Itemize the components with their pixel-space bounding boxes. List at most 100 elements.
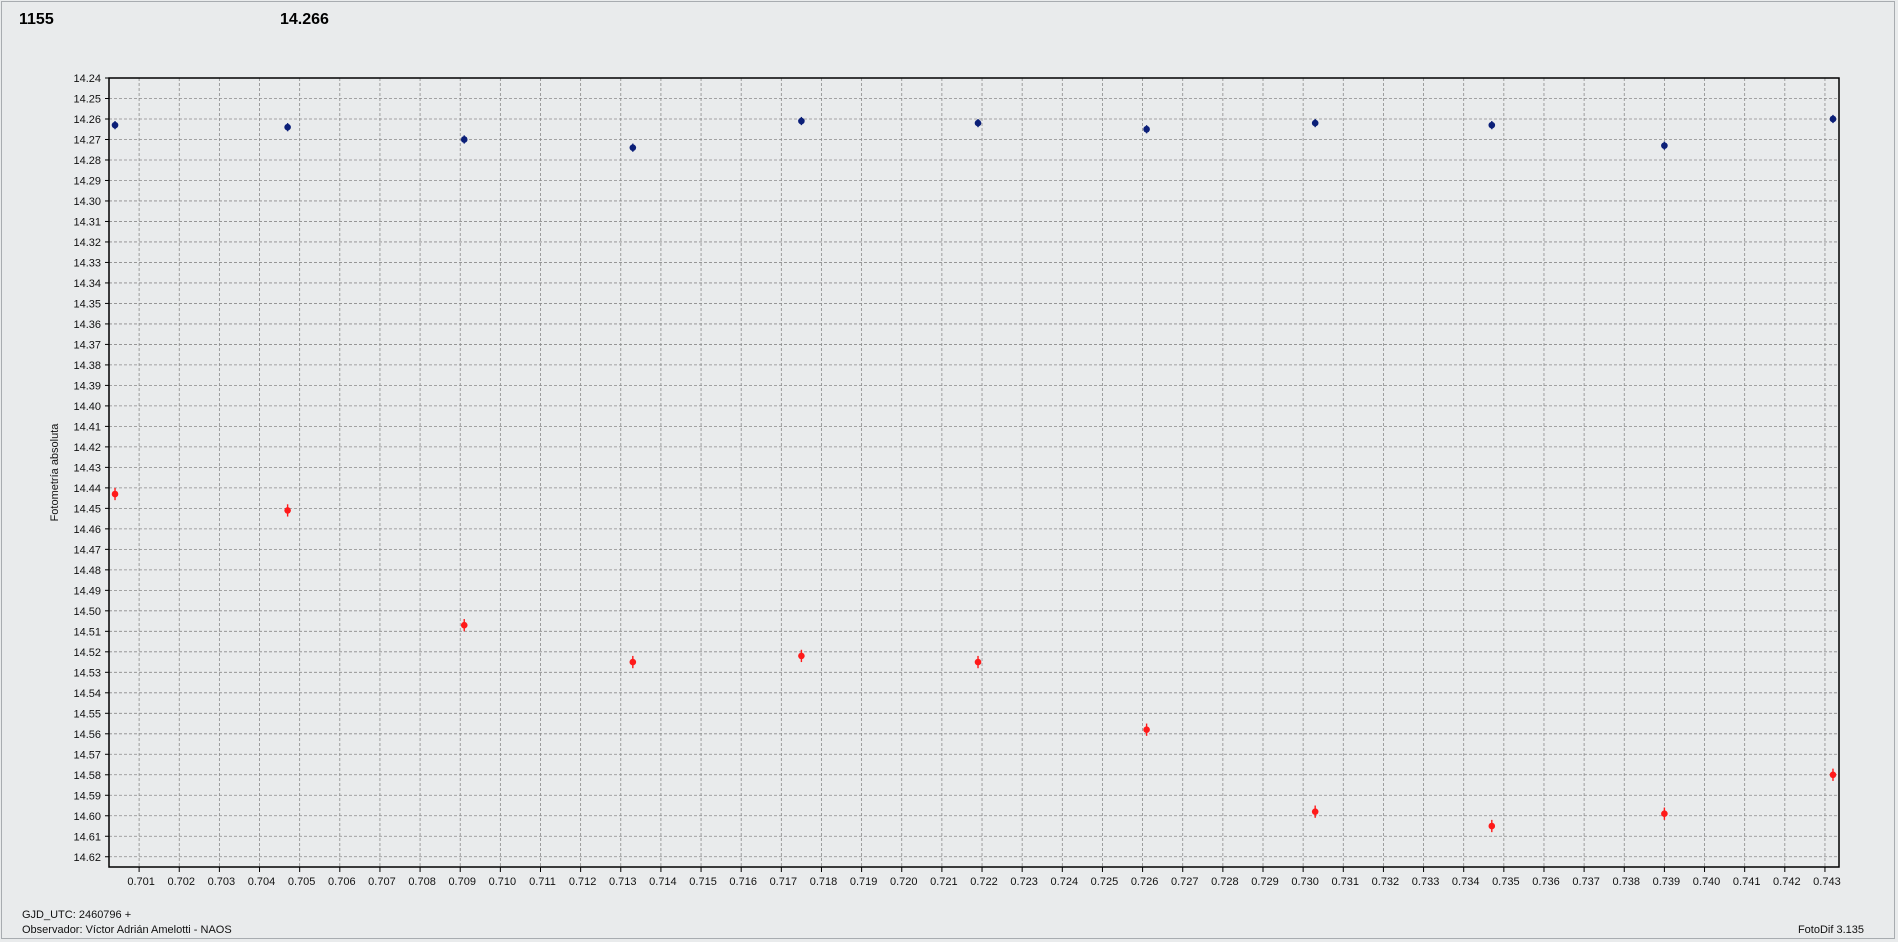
data-point-series-2 bbox=[1488, 822, 1496, 830]
y-tick-label: 14.48 bbox=[73, 565, 101, 577]
x-tick-label: 0.722 bbox=[970, 876, 998, 888]
x-tick-label: 0.741 bbox=[1733, 876, 1761, 888]
x-tick-label: 0.724 bbox=[1051, 876, 1079, 888]
data-point-series-2 bbox=[1143, 726, 1150, 733]
y-tick-label: 14.52 bbox=[73, 647, 101, 659]
data-point-series-1 bbox=[1488, 121, 1496, 129]
y-tick-label: 14.31 bbox=[73, 216, 101, 228]
data-point-series-2 bbox=[460, 621, 468, 629]
x-axis-ticks: 0.701 0.702 0.703 0.704 0.705 0.706 0.707 0.708… bbox=[127, 867, 1841, 888]
y-tick-label: 14.49 bbox=[73, 585, 101, 597]
x-tick-label: 0.719 bbox=[850, 876, 878, 888]
x-tick-label: 0.715 bbox=[689, 876, 717, 888]
y-tick-label: 14.43 bbox=[73, 462, 101, 474]
y-tick-label: 14.25 bbox=[73, 93, 101, 105]
data-point-series-1 bbox=[1143, 125, 1150, 133]
x-tick-label: 0.712 bbox=[569, 876, 597, 888]
data-point-series-2 bbox=[798, 652, 805, 660]
y-tick-label: 14.28 bbox=[73, 155, 101, 167]
x-tick-label: 0.738 bbox=[1612, 876, 1640, 888]
y-tick-label: 14.38 bbox=[73, 360, 101, 372]
x-tick-label: 0.721 bbox=[930, 876, 958, 888]
x-tick-label: 0.737 bbox=[1572, 876, 1600, 888]
data-point-series-2 bbox=[111, 490, 119, 498]
x-tick-label: 0.704 bbox=[248, 876, 276, 888]
x-tick-label: 0.723 bbox=[1010, 876, 1038, 888]
x-tick-label: 0.708 bbox=[408, 876, 436, 888]
data-point-series-2 bbox=[1661, 810, 1668, 818]
y-tick-label: 14.34 bbox=[73, 278, 101, 290]
x-tick-label: 0.732 bbox=[1372, 876, 1400, 888]
x-tick-label: 0.717 bbox=[770, 876, 798, 888]
y-tick-label: 14.24 bbox=[73, 73, 101, 85]
x-tick-label: 0.702 bbox=[167, 876, 195, 888]
y-tick-label: 14.50 bbox=[73, 606, 101, 618]
y-tick-label: 14.29 bbox=[73, 175, 101, 187]
y-tick-label: 14.53 bbox=[73, 667, 101, 679]
y-axis-label: Fotometría absoluta bbox=[49, 423, 61, 522]
x-tick-label: 0.713 bbox=[609, 876, 637, 888]
data-point-series-2 bbox=[629, 658, 637, 666]
y-tick-label: 14.57 bbox=[73, 749, 101, 761]
grid bbox=[109, 77, 1839, 867]
x-tick-label: 0.739 bbox=[1653, 876, 1681, 888]
y-tick-label: 14.42 bbox=[73, 442, 101, 454]
y-tick-label: 14.58 bbox=[73, 770, 101, 782]
y-tick-label: 14.46 bbox=[73, 524, 101, 536]
x-tick-label: 0.734 bbox=[1452, 876, 1480, 888]
y-tick-label: 14.30 bbox=[73, 196, 101, 208]
y-axis-ticks: 14.24 14.25 14.26 14.27 14.28 14.29 14.30 14.31… bbox=[73, 73, 109, 864]
x-tick-label: 0.733 bbox=[1412, 876, 1440, 888]
y-tick-label: 14.56 bbox=[73, 729, 101, 741]
y-tick-label: 14.26 bbox=[73, 114, 101, 126]
x-tick-label: 0.740 bbox=[1693, 876, 1721, 888]
x-tick-label: 0.725 bbox=[1091, 876, 1119, 888]
y-tick-label: 14.35 bbox=[73, 298, 101, 310]
data-point-series-1 bbox=[111, 121, 119, 129]
y-tick-label: 14.27 bbox=[73, 134, 101, 146]
data-point-series-1 bbox=[460, 136, 468, 143]
x-tick-label: 0.728 bbox=[1211, 876, 1239, 888]
x-tick-label: 0.706 bbox=[328, 876, 356, 888]
x-tick-label: 0.707 bbox=[368, 876, 396, 888]
data-point-series-2 bbox=[1829, 771, 1837, 779]
x-tick-label: 0.720 bbox=[890, 876, 918, 888]
data-point-series-1 bbox=[1829, 115, 1837, 123]
data-point-series-1 bbox=[629, 144, 637, 151]
footer-gjd: GJD_UTC: 2460796 + bbox=[22, 909, 132, 921]
y-tick-label: 14.62 bbox=[73, 852, 101, 864]
y-tick-label: 14.51 bbox=[73, 626, 101, 638]
data-point-series-1 bbox=[284, 123, 291, 131]
y-tick-label: 14.54 bbox=[73, 688, 101, 700]
y-tick-label: 14.61 bbox=[73, 831, 101, 843]
x-tick-label: 0.709 bbox=[448, 876, 476, 888]
y-tick-label: 14.36 bbox=[73, 319, 101, 331]
x-tick-label: 0.727 bbox=[1171, 876, 1199, 888]
data-point-series-1 bbox=[798, 117, 805, 125]
x-tick-label: 0.726 bbox=[1131, 876, 1159, 888]
data-point-series-1 bbox=[1311, 119, 1319, 127]
y-tick-label: 14.41 bbox=[73, 421, 101, 433]
data-points bbox=[111, 114, 1837, 833]
photometry-chart: 14.24 14.25 14.26 14.27 14.28 14.29 14.30 14.31… bbox=[49, 73, 1841, 888]
y-tick-label: 14.55 bbox=[73, 708, 101, 720]
x-tick-label: 0.701 bbox=[127, 876, 155, 888]
y-tick-label: 14.59 bbox=[73, 790, 101, 802]
footer-observer: Observador: Víctor Adrián Amelotti - NAO… bbox=[22, 924, 232, 936]
data-point-series-2 bbox=[284, 507, 291, 514]
y-tick-label: 14.37 bbox=[73, 339, 101, 351]
x-tick-label: 0.718 bbox=[810, 876, 838, 888]
x-tick-label: 0.703 bbox=[208, 876, 236, 888]
y-tick-label: 14.33 bbox=[73, 257, 101, 269]
x-tick-label: 0.711 bbox=[529, 876, 556, 888]
x-tick-label: 0.714 bbox=[649, 876, 677, 888]
x-tick-label: 0.730 bbox=[1291, 876, 1319, 888]
x-tick-label: 0.731 bbox=[1332, 876, 1360, 888]
x-tick-label: 0.735 bbox=[1492, 876, 1520, 888]
data-point-series-2 bbox=[1311, 808, 1319, 815]
plot-area bbox=[108, 77, 1840, 868]
x-tick-label: 0.742 bbox=[1773, 876, 1801, 888]
x-tick-label: 0.729 bbox=[1251, 876, 1279, 888]
footer-version: FotoDif 3.135 bbox=[1797, 924, 1864, 936]
y-tick-label: 14.45 bbox=[73, 503, 101, 515]
